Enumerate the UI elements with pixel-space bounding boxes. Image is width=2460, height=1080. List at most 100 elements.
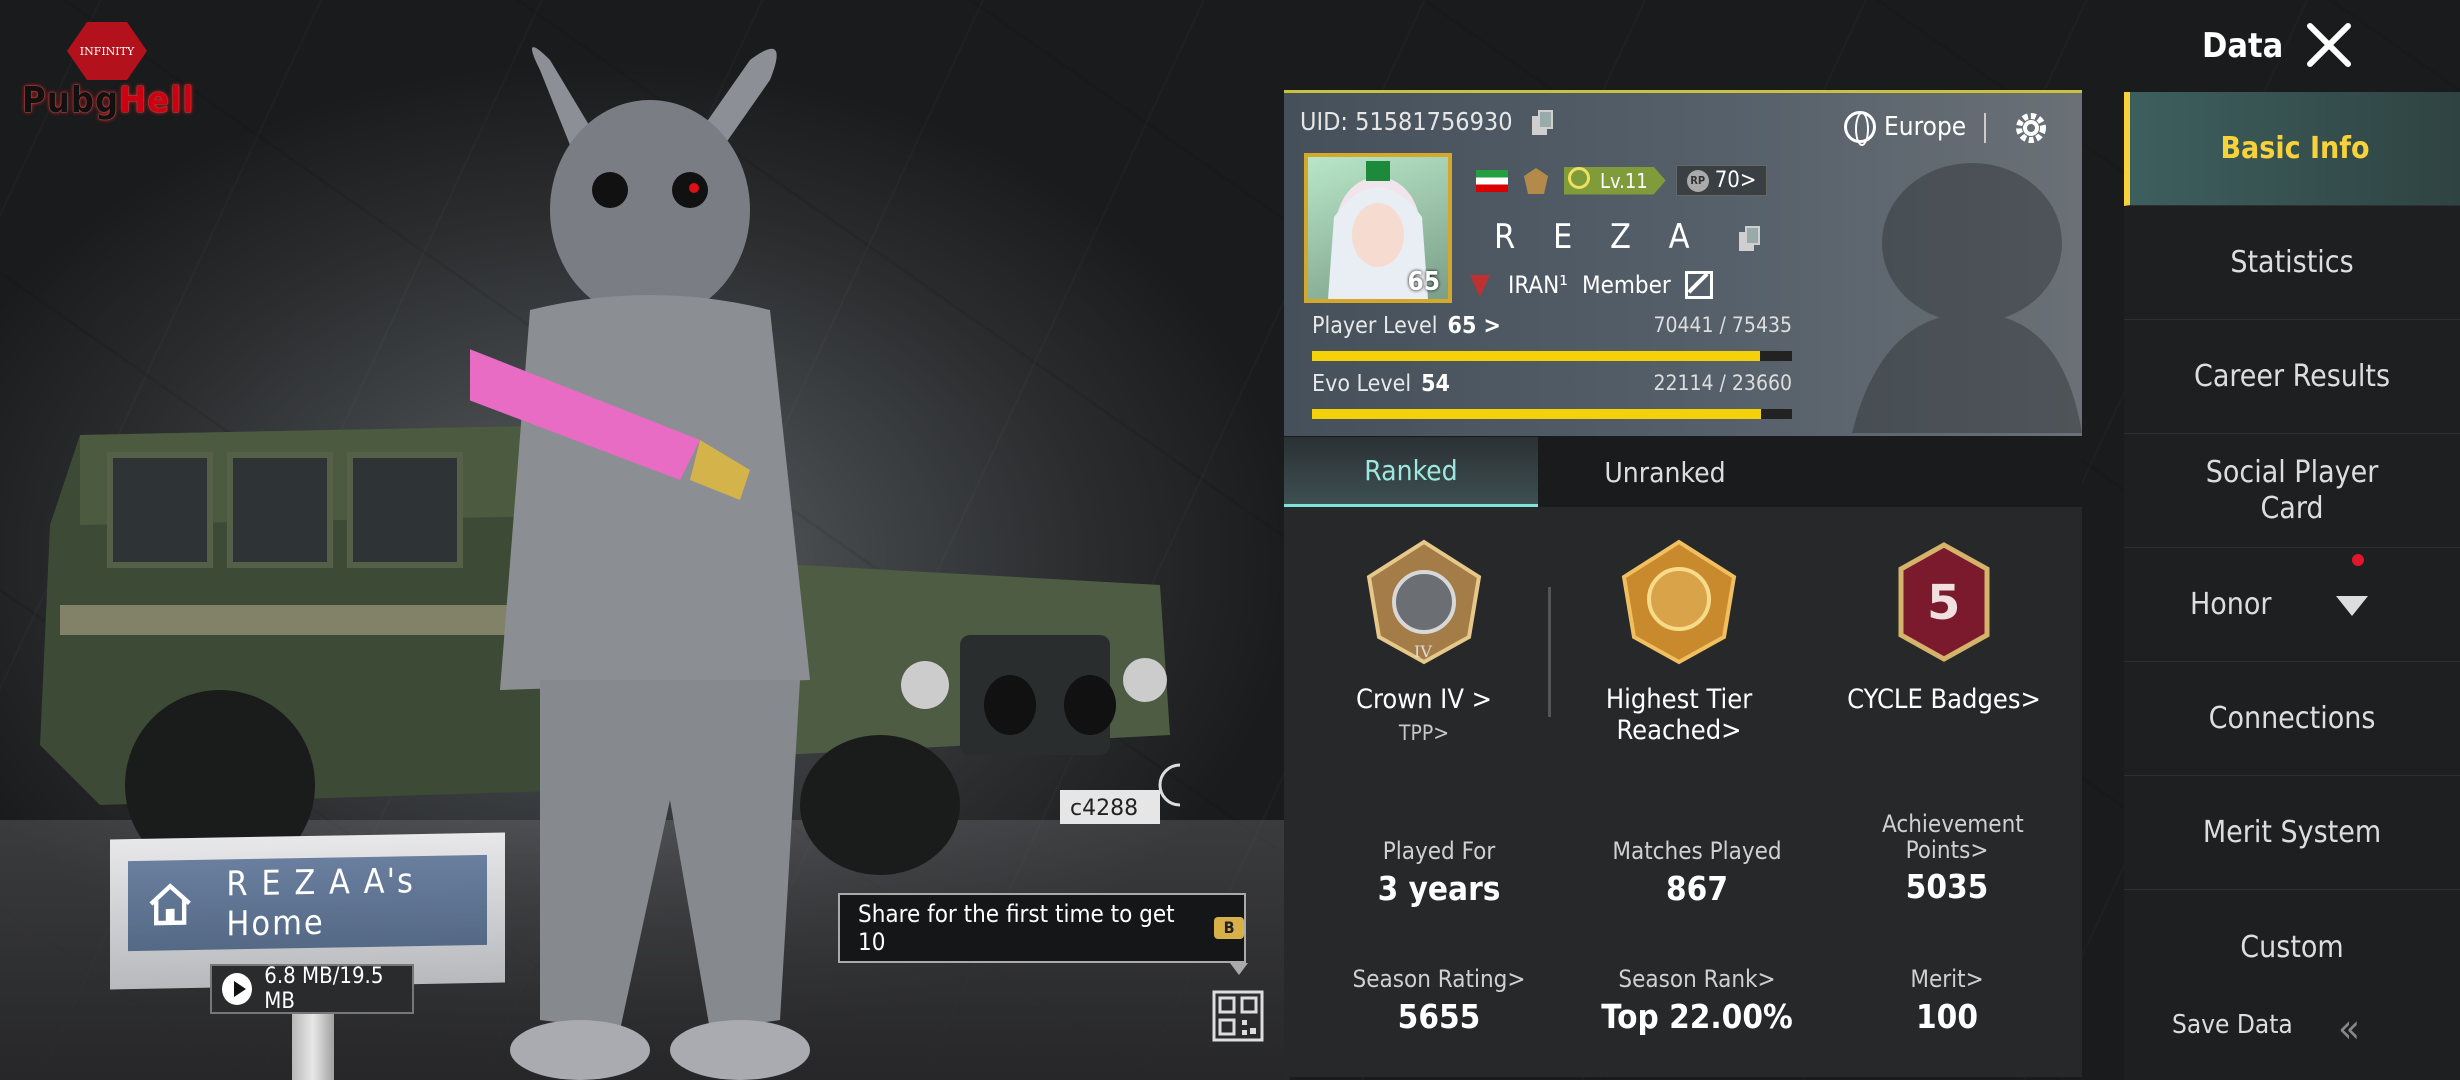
stat-label: Season Rank> xyxy=(1618,965,1776,993)
sidebar: Basic Info Statistics Career Results Soc… xyxy=(2124,92,2460,1080)
player-xp: 70441 / 75435 xyxy=(1653,313,1792,337)
badge-row: Lv.11 RP 70> xyxy=(1476,165,1768,196)
uid-text: UID: 51581756930 xyxy=(1300,107,1513,136)
region-text: Europe xyxy=(1884,112,1967,142)
evo-xp: 22114 / 23660 xyxy=(1653,371,1792,395)
sidebar-item-career-results[interactable]: Career Results xyxy=(2124,320,2460,434)
crown-tier-icon: IV xyxy=(1366,539,1482,665)
copy-name-icon[interactable] xyxy=(1739,225,1761,252)
stat-label: Season Rating> xyxy=(1352,965,1526,993)
rp-icon: RP xyxy=(1686,169,1709,192)
license-plate: c4288 xyxy=(1070,796,1138,821)
logo-hexagon: INFINITY xyxy=(67,22,147,80)
cycle-number: 5 xyxy=(1927,575,1960,631)
player-level-label: Player Level xyxy=(1312,313,1438,339)
player-level-value: 65 > xyxy=(1447,313,1501,339)
stat-value: 5655 xyxy=(1397,997,1481,1036)
rp-value: 70> xyxy=(1714,168,1757,193)
share-tooltip[interactable]: Share for the first time to get 10 B xyxy=(838,893,1248,975)
stat-value: 867 xyxy=(1666,869,1728,908)
tier-divider xyxy=(1548,587,1551,717)
clan-emblem-icon xyxy=(1470,275,1490,297)
stat-value: 100 xyxy=(1916,997,1978,1036)
region-selector[interactable]: Europe xyxy=(1844,111,1967,146)
player-name-row: R E Z A xyxy=(1494,217,1761,257)
highest-tier-text: Highest Tier Reached> xyxy=(1605,684,1753,746)
tier-mode[interactable]: TPP> xyxy=(1324,721,1524,745)
logo-word: PubgHell xyxy=(22,80,195,121)
current-tier-text: Crown IV > xyxy=(1355,684,1493,715)
evo-level-fill xyxy=(1312,409,1761,419)
collapse-chevron-icon[interactable]: « xyxy=(2338,1006,2360,1052)
share-text: Share for the first time to get 10 xyxy=(858,900,1175,956)
copy-uid-icon[interactable] xyxy=(1531,110,1554,136)
sidebar-item-label: Social Player Card xyxy=(2205,454,2379,526)
level-badge[interactable]: Lv.11 xyxy=(1564,166,1666,195)
save-data-button[interactable]: Save Data xyxy=(2172,1010,2293,1040)
stat-label: Merit> xyxy=(1910,965,1984,993)
player-avatar[interactable]: 65 xyxy=(1304,153,1452,303)
player-name: R E Z A xyxy=(1494,217,1704,257)
rp-badge[interactable]: RP 70> xyxy=(1675,165,1768,196)
highest-tier[interactable]: Highest Tier Reached> xyxy=(1574,537,1784,746)
cycle-badges-text: CYCLE Badges> xyxy=(1847,684,2041,715)
sidebar-item-honor[interactable]: Honor xyxy=(2124,548,2460,662)
stat-value: 5035 xyxy=(1905,867,1989,906)
clan-row: IRAN¹ Member xyxy=(1466,271,1713,299)
close-icon[interactable] xyxy=(2304,20,2354,70)
play-icon[interactable] xyxy=(222,973,253,1005)
evo-level-value: 54 xyxy=(1421,371,1450,397)
sidebar-item-merit-system[interactable]: Merit System xyxy=(2124,776,2460,890)
tab-unranked[interactable]: Unranked xyxy=(1538,437,1792,507)
tab-ranked[interactable]: Ranked xyxy=(1284,437,1538,507)
home-icon xyxy=(149,883,191,926)
player-level-fill xyxy=(1312,351,1761,361)
stat-matches-played: Matches Played 867 xyxy=(1582,837,1812,908)
sidebar-item-basic-info[interactable]: Basic Info xyxy=(2124,92,2460,206)
sidebar-item-connections[interactable]: Connections xyxy=(2124,662,2460,776)
uid-row: UID: 51581756930 xyxy=(1300,107,1554,136)
stat-value: Top 22.00% xyxy=(1601,997,1793,1036)
watermark-logo: INFINITY PubgHell xyxy=(22,22,193,122)
clan-name[interactable]: IRAN¹ xyxy=(1508,271,1568,299)
cycle-badges[interactable]: 5 CYCLE Badges> xyxy=(1824,537,2064,715)
coin-icon: B xyxy=(1214,917,1244,939)
player-level-row[interactable]: Player Level 65 > 70441 / 75435 xyxy=(1312,313,1792,339)
avatar-level: 65 xyxy=(1407,267,1440,297)
crown-roman: IV xyxy=(1414,642,1432,661)
player-level-bar xyxy=(1312,351,1792,361)
soldier-silhouette xyxy=(1852,163,2082,433)
stat-merit[interactable]: Merit> 100 xyxy=(1832,965,2062,1036)
stats-panel: IV Crown IV > TPP> Highest Tier Reached>… xyxy=(1284,507,2082,1077)
current-tier[interactable]: IV Crown IV > TPP> xyxy=(1324,537,1524,745)
stat-label: Achievement Points> xyxy=(1882,810,2024,864)
qr-code-icon[interactable] xyxy=(1212,990,1264,1042)
home-sign-panel[interactable]: R E Z A A's Home xyxy=(128,854,487,952)
stat-season-rank[interactable]: Season Rank> Top 22.00% xyxy=(1582,965,1812,1036)
evo-level-row: Evo Level 54 22114 / 23660 xyxy=(1312,371,1792,397)
edit-icon[interactable] xyxy=(1684,271,1713,299)
cycle-badge-icon: 5 xyxy=(1898,542,1990,662)
logo-top-text: INFINITY xyxy=(79,44,135,58)
evo-level-label: Evo Level xyxy=(1312,371,1412,397)
download-size-pill[interactable]: 6.8 MB/19.5 MB xyxy=(210,964,414,1014)
sidebar-item-social-player-card[interactable]: Social Player Card xyxy=(2124,434,2460,548)
bunny-character xyxy=(470,47,810,1080)
mode-tabs: Ranked Unranked xyxy=(1284,437,2082,507)
highest-tier-icon xyxy=(1621,539,1737,665)
stat-played-for: Played For 3 years xyxy=(1324,837,1554,908)
stat-season-rating[interactable]: Season Rating> 5655 xyxy=(1324,965,1554,1036)
notification-dot xyxy=(2352,554,2364,566)
stat-label: Played For xyxy=(1382,837,1496,865)
sidebar-item-custom[interactable]: Custom xyxy=(2124,890,2460,1004)
gear-icon[interactable] xyxy=(2012,109,2050,147)
clan-role: Member xyxy=(1581,271,1671,299)
chevron-down-icon[interactable] xyxy=(2336,596,2368,616)
sidebar-item-statistics[interactable]: Statistics xyxy=(2124,206,2460,320)
stat-achievement-points[interactable]: Achievement Points> 5035 xyxy=(1832,811,2062,906)
rank-emblem-icon[interactable] xyxy=(1518,166,1554,196)
page-title: Data xyxy=(2202,26,2284,66)
header-divider xyxy=(1984,113,1986,143)
home-title: R E Z A A's Home xyxy=(226,861,415,945)
stat-value: 3 years xyxy=(1377,869,1501,908)
